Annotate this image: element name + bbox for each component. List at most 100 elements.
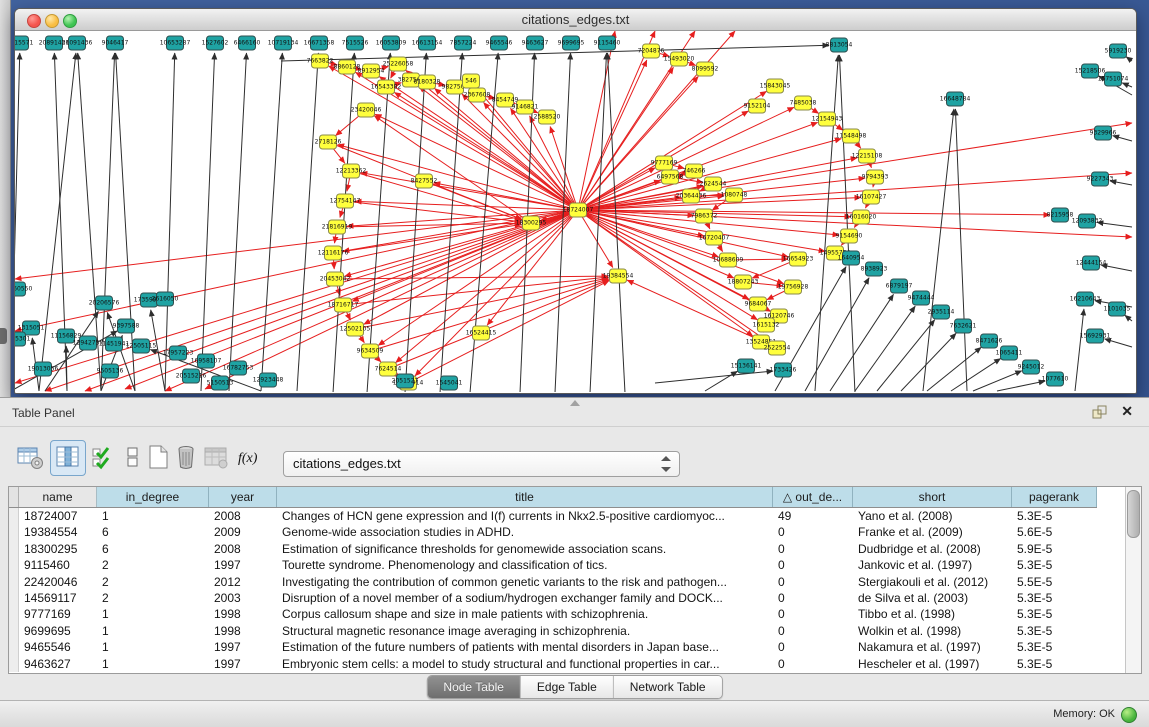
table-row[interactable]: 911546021997Tourette syndrome. Phenomeno… (9, 557, 1141, 573)
table-cell[interactable]: 0 (773, 606, 853, 622)
graph-edge[interactable] (201, 53, 215, 391)
table-cell[interactable]: Franke et al. (2009) (853, 524, 1012, 540)
table-cell[interactable]: 14569117 (19, 590, 97, 606)
graph-edge[interactable] (1126, 57, 1132, 61)
graph-edge[interactable] (705, 371, 737, 391)
graph-edge[interactable] (627, 280, 771, 345)
table-row[interactable]: 977716911998Corpus callosum shape and si… (9, 606, 1141, 622)
graph-edge[interactable] (347, 177, 350, 191)
column-header-title[interactable]: title (277, 487, 773, 507)
table-cell[interactable]: 5.3E-5 (1012, 508, 1097, 524)
table-row[interactable]: 969969511998Structural magnetic resonanc… (9, 623, 1141, 639)
graph-edge[interactable] (440, 53, 462, 392)
table-cell[interactable]: Embryonic stem cells: a model to study s… (277, 656, 773, 672)
table-cell[interactable]: 2008 (209, 508, 277, 524)
table-cell[interactable]: Changes of HCN gene expression and I(f) … (277, 508, 773, 524)
table-cell[interactable]: Corpus callosum shape and size in male p… (277, 606, 773, 622)
table-cell[interactable]: 1998 (209, 606, 277, 622)
table-cell[interactable]: 9777169 (19, 606, 97, 622)
graph-edge[interactable] (394, 280, 609, 367)
float-panel-icon[interactable] (1092, 405, 1107, 419)
table-cell[interactable]: 9115460 (19, 557, 97, 573)
table-cell[interactable]: Yano et al. (2008) (853, 508, 1012, 524)
graph-edge[interactable] (590, 53, 607, 392)
table-cell[interactable]: 5.3E-5 (1012, 639, 1097, 655)
table-cell[interactable]: 5.3E-5 (1012, 557, 1097, 573)
table-cell[interactable]: 2012 (209, 574, 277, 590)
table-row[interactable]: 2242004622012Investigating the contribut… (9, 574, 1141, 590)
graph-edge[interactable] (955, 109, 967, 391)
graph-edge[interactable] (229, 53, 246, 391)
table-cell[interactable]: 1 (97, 508, 209, 524)
table-cell[interactable]: 1 (97, 606, 209, 622)
graph-edge[interactable] (877, 320, 935, 391)
table-cell[interactable]: Nakamura et al. (1997) (853, 639, 1012, 655)
graph-edge[interactable] (1105, 339, 1132, 347)
graph-edge[interactable] (927, 347, 981, 391)
scrollbar-thumb[interactable] (1127, 490, 1140, 538)
table-cell[interactable]: 1 (97, 623, 209, 639)
table-cell[interactable]: Estimation of significance thresholds fo… (277, 541, 773, 557)
table-cell[interactable]: 0 (773, 639, 853, 655)
table-cell[interactable]: 9465546 (19, 639, 97, 655)
delete-table-icon[interactable] (172, 443, 200, 471)
table-cell[interactable]: 22420046 (19, 574, 97, 590)
table-cell[interactable]: 0 (773, 557, 853, 573)
table-cell[interactable]: Jankovic et al. (1997) (853, 557, 1012, 573)
table-cell[interactable]: 1997 (209, 557, 277, 573)
graph-edge[interactable] (361, 278, 608, 328)
table-cell[interactable]: 0 (773, 623, 853, 639)
table-row[interactable]: 1872400712008Changes of HCN gene express… (9, 508, 1141, 524)
table-cell[interactable]: 2009 (209, 524, 277, 540)
table-cell[interactable]: Wolkin et al. (1998) (853, 623, 1012, 639)
stacked-rows-icon[interactable] (118, 443, 146, 471)
graph-edge[interactable] (830, 294, 894, 391)
table-cell[interactable]: 1 (97, 656, 209, 672)
graph-edge[interactable] (375, 114, 573, 207)
column-header-in_degree[interactable]: in_degree (97, 487, 209, 507)
table-cell[interactable]: 0 (773, 656, 853, 672)
graph-edge[interactable] (805, 278, 869, 391)
table-cell[interactable]: 1 (97, 639, 209, 655)
graph-edge[interactable] (430, 183, 522, 219)
table-cell[interactable]: 2 (97, 574, 209, 590)
network-canvas[interactable]: 1872400797771697462666497568262454420364… (15, 31, 1134, 392)
graph-edge[interactable] (923, 109, 954, 391)
table-cell[interactable]: 49 (773, 508, 853, 524)
table-cell[interactable]: 18724007 (19, 508, 97, 524)
table-cell[interactable]: 1997 (209, 656, 277, 672)
table-cell[interactable]: de Silva et al. (2003) (853, 590, 1012, 606)
graph-edge[interactable] (413, 281, 609, 381)
table-cell[interactable]: Disruption of a novel member of a sodium… (277, 590, 773, 606)
graph-edge[interactable] (1075, 309, 1084, 391)
column-header-short[interactable]: short (853, 487, 1012, 507)
graph-edge[interactable] (1122, 83, 1132, 87)
table-cell[interactable]: 1997 (209, 639, 277, 655)
tab-edge-table[interactable]: Edge Table (521, 676, 614, 698)
table-cell[interactable]: 5.3E-5 (1012, 656, 1097, 672)
graph-edge[interactable] (608, 53, 625, 392)
table-cell[interactable]: 18300295 (19, 541, 97, 557)
table-cell[interactable]: 9699695 (19, 623, 97, 639)
close-panel-icon[interactable]: ✕ (1121, 403, 1133, 420)
graph-edge[interactable] (336, 114, 362, 136)
table-cell[interactable]: 0 (773, 541, 853, 557)
table-row[interactable]: 1830029562008Estimation of significance … (9, 541, 1141, 557)
vertical-scrollbar[interactable] (1125, 487, 1141, 673)
table-cell[interactable]: 2008 (209, 541, 277, 557)
function-builder-icon[interactable]: f(x) (236, 443, 264, 471)
table-row[interactable]: 1938455462009Genome-wide association stu… (9, 524, 1141, 540)
table-cell[interactable]: 2 (97, 557, 209, 573)
table-cell[interactable]: 9463627 (19, 656, 97, 672)
graph-edge[interactable] (165, 53, 175, 391)
table-cell[interactable]: Genome-wide association studies in ADHD. (277, 524, 773, 540)
graph-edge[interactable] (655, 371, 773, 383)
table-mode-icon[interactable] (16, 443, 44, 471)
table-cell[interactable]: 5.9E-5 (1012, 541, 1097, 557)
graph-edge[interactable] (1125, 315, 1132, 321)
graph-edge[interactable] (951, 358, 1001, 391)
network-table-select[interactable]: citations_edges.txt (283, 451, 680, 477)
graph-edge[interactable] (973, 371, 1022, 391)
select-columns-icon[interactable] (90, 443, 118, 471)
window-titlebar[interactable]: citations_edges.txt (15, 9, 1136, 31)
